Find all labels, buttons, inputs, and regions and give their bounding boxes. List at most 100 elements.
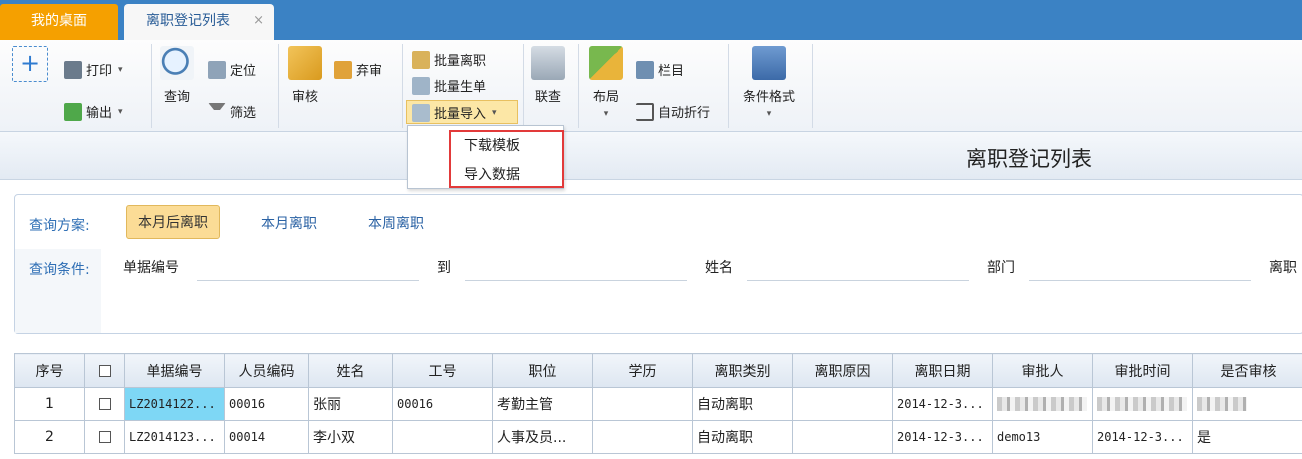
tab-home[interactable]: 我的桌面 [0, 4, 118, 40]
divider [578, 44, 579, 128]
col-emp-code[interactable]: 人员编码 [224, 353, 309, 388]
to-label: 到 [437, 260, 451, 276]
resign-label: 离职 [1269, 260, 1297, 276]
divider [812, 44, 813, 128]
col-education[interactable]: 学历 [592, 353, 693, 388]
page-title: 离职登记列表 [966, 147, 1092, 171]
cell-approve-time: 2014-12-3... [1092, 420, 1193, 454]
name-input[interactable] [747, 280, 969, 281]
col-select[interactable] [84, 353, 125, 388]
condition-label: 查询条件: [29, 262, 90, 278]
dept-input[interactable] [1029, 280, 1251, 281]
doc-import-icon [412, 103, 430, 122]
col-category[interactable]: 离职类别 [692, 353, 793, 388]
col-work-no[interactable]: 工号 [392, 353, 493, 388]
cell-seq: 1 [14, 387, 85, 421]
chevron-down-icon: ▾ [492, 107, 497, 118]
scheme-after-month[interactable]: 本月后离职 [126, 205, 220, 239]
cell-audited: 是 [1192, 420, 1302, 454]
redacted-blur [1097, 397, 1187, 411]
col-approve-time[interactable]: 审批时间 [1092, 353, 1193, 388]
checkbox[interactable] [98, 398, 111, 410]
cell-approver-redacted [992, 387, 1093, 421]
layout-button[interactable]: 布局 ▾ [586, 46, 626, 120]
abandon-audit-icon [334, 60, 352, 79]
col-position[interactable]: 职位 [492, 353, 593, 388]
col-doc-no[interactable]: 单据编号 [124, 353, 225, 388]
table-row[interactable]: 2 LZ2014123... 00014 李小双 人事及员... 自动离职 20… [14, 420, 1302, 454]
checkbox[interactable] [98, 431, 111, 443]
print-button[interactable]: 打印 ▾ [64, 60, 123, 79]
cell-emp-code: 00016 [224, 387, 309, 421]
batch-import-menu: 下载模板 导入数据 [407, 125, 564, 189]
cell-select[interactable] [84, 420, 125, 454]
auto-wrap-button[interactable]: 自动折行 [636, 102, 710, 121]
doc-no-from-input[interactable] [197, 280, 419, 281]
redacted-blur [997, 397, 1087, 411]
wrap-icon [636, 102, 654, 121]
printer-icon [64, 60, 82, 79]
audit-button[interactable]: 审核 [286, 46, 324, 105]
close-icon[interactable]: × [253, 4, 264, 38]
scheme-this-month[interactable]: 本月离职 [261, 213, 317, 233]
abandon-audit-button[interactable]: 弃审 [334, 60, 382, 79]
locate-button[interactable]: 定位 [208, 60, 256, 79]
tab-label: 离职登记列表 [146, 13, 230, 29]
col-reason[interactable]: 离职原因 [792, 353, 893, 388]
cell-reason [792, 387, 893, 421]
title-strip: 离职登记列表 [0, 132, 1302, 180]
menu-item-import-data[interactable]: 导入数据 [464, 164, 520, 184]
col-approver[interactable]: 审批人 [992, 353, 1093, 388]
ribbon-toolbar: + 打印 ▾ 输出 ▾ 查询 定位 筛选 审核 弃审 批量离职 批量生单 批量导… [0, 40, 1302, 132]
export-icon [64, 102, 82, 121]
cell-doc-no[interactable]: LZ2014123... [124, 420, 225, 454]
layout-icon [589, 46, 623, 80]
cell-approver: demo13 [992, 420, 1093, 454]
tab-bar: 我的桌面 离职登记列表 × [0, 0, 1302, 40]
cell-select[interactable] [84, 387, 125, 421]
scheme-this-week[interactable]: 本周离职 [368, 213, 424, 233]
batch-generate-button[interactable]: 批量生单 [412, 76, 486, 95]
link-query-button[interactable]: 联查 [530, 46, 566, 105]
col-seq[interactable]: 序号 [14, 353, 85, 388]
batch-import-button[interactable]: 批量导入 ▾ [412, 103, 497, 122]
cell-position: 人事及员... [492, 420, 593, 454]
chevron-down-icon: ▾ [603, 109, 609, 119]
magnifier-icon [160, 46, 194, 80]
cell-emp-code: 00014 [224, 420, 309, 454]
col-date[interactable]: 离职日期 [892, 353, 993, 388]
cell-date: 2014-12-3... [892, 387, 993, 421]
redacted-blur [1197, 397, 1247, 411]
tab-resign-list[interactable]: 离职登记列表 × [124, 4, 274, 40]
col-audited[interactable]: 是否审核 [1192, 353, 1302, 388]
menu-item-download-template[interactable]: 下载模板 [464, 135, 520, 155]
chevron-down-icon: ▾ [766, 109, 772, 119]
cell-education [592, 420, 693, 454]
doc-no-label: 单据编号 [123, 260, 179, 276]
filter-button[interactable]: 筛选 [208, 102, 256, 121]
cell-doc-no[interactable]: LZ2014122... [124, 387, 225, 421]
doc-no-to-input[interactable] [465, 280, 687, 281]
chevron-down-icon: ▾ [118, 64, 123, 75]
query-button[interactable]: 查询 [158, 46, 196, 105]
clipboard-pen-icon [288, 46, 322, 80]
table-row[interactable]: 1 LZ2014122... 00016 张丽 00016 考勤主管 自动离职 … [14, 387, 1302, 421]
cell-education [592, 387, 693, 421]
cell-category: 自动离职 [692, 387, 793, 421]
cell-work-no [392, 420, 493, 454]
cell-name: 张丽 [308, 387, 393, 421]
divider [278, 44, 279, 128]
batch-resign-button[interactable]: 批量离职 [412, 50, 486, 69]
locate-icon [208, 60, 226, 79]
chevron-down-icon: ▾ [118, 106, 123, 117]
col-name[interactable]: 姓名 [308, 353, 393, 388]
conditional-format-button[interactable]: 条件格式 ▾ [736, 46, 802, 120]
resign-table: 序号 单据编号 人员编码 姓名 工号 职位 学历 离职类别 离职原因 离职日期 … [14, 353, 1302, 454]
export-button[interactable]: 输出 ▾ [64, 102, 123, 121]
columns-button[interactable]: 栏目 [636, 60, 684, 79]
cell-seq: 2 [14, 420, 85, 454]
add-button[interactable]: + [12, 46, 48, 82]
cell-category: 自动离职 [692, 420, 793, 454]
checkbox[interactable] [98, 364, 111, 377]
cell-approve-time-redacted [1092, 387, 1193, 421]
